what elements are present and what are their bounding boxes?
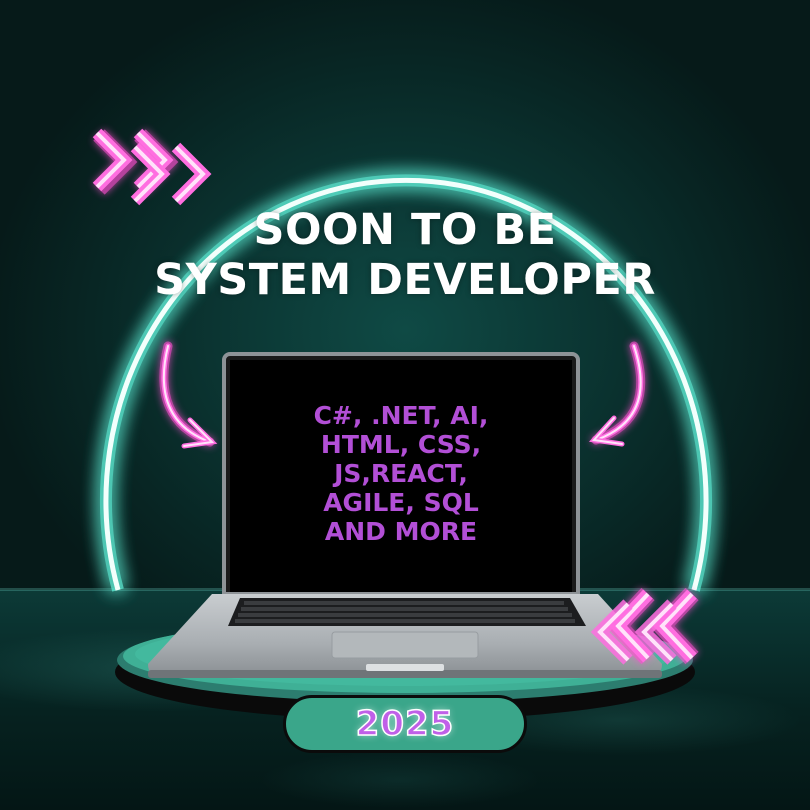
promo-poster: SOON TO BE SYSTEM DEVELOPER C#, .NET, AI…: [0, 0, 810, 810]
year-label: 2025: [355, 703, 455, 745]
double-chevron-left-icon: [590, 587, 699, 665]
neon-decorations: [92, 128, 699, 665]
year-badge: 2025: [283, 695, 527, 753]
curved-arrow-down-left-icon: [588, 341, 646, 447]
double-chevron-right-icon: [92, 128, 212, 206]
curved-arrow-down-right-icon: [159, 341, 218, 449]
